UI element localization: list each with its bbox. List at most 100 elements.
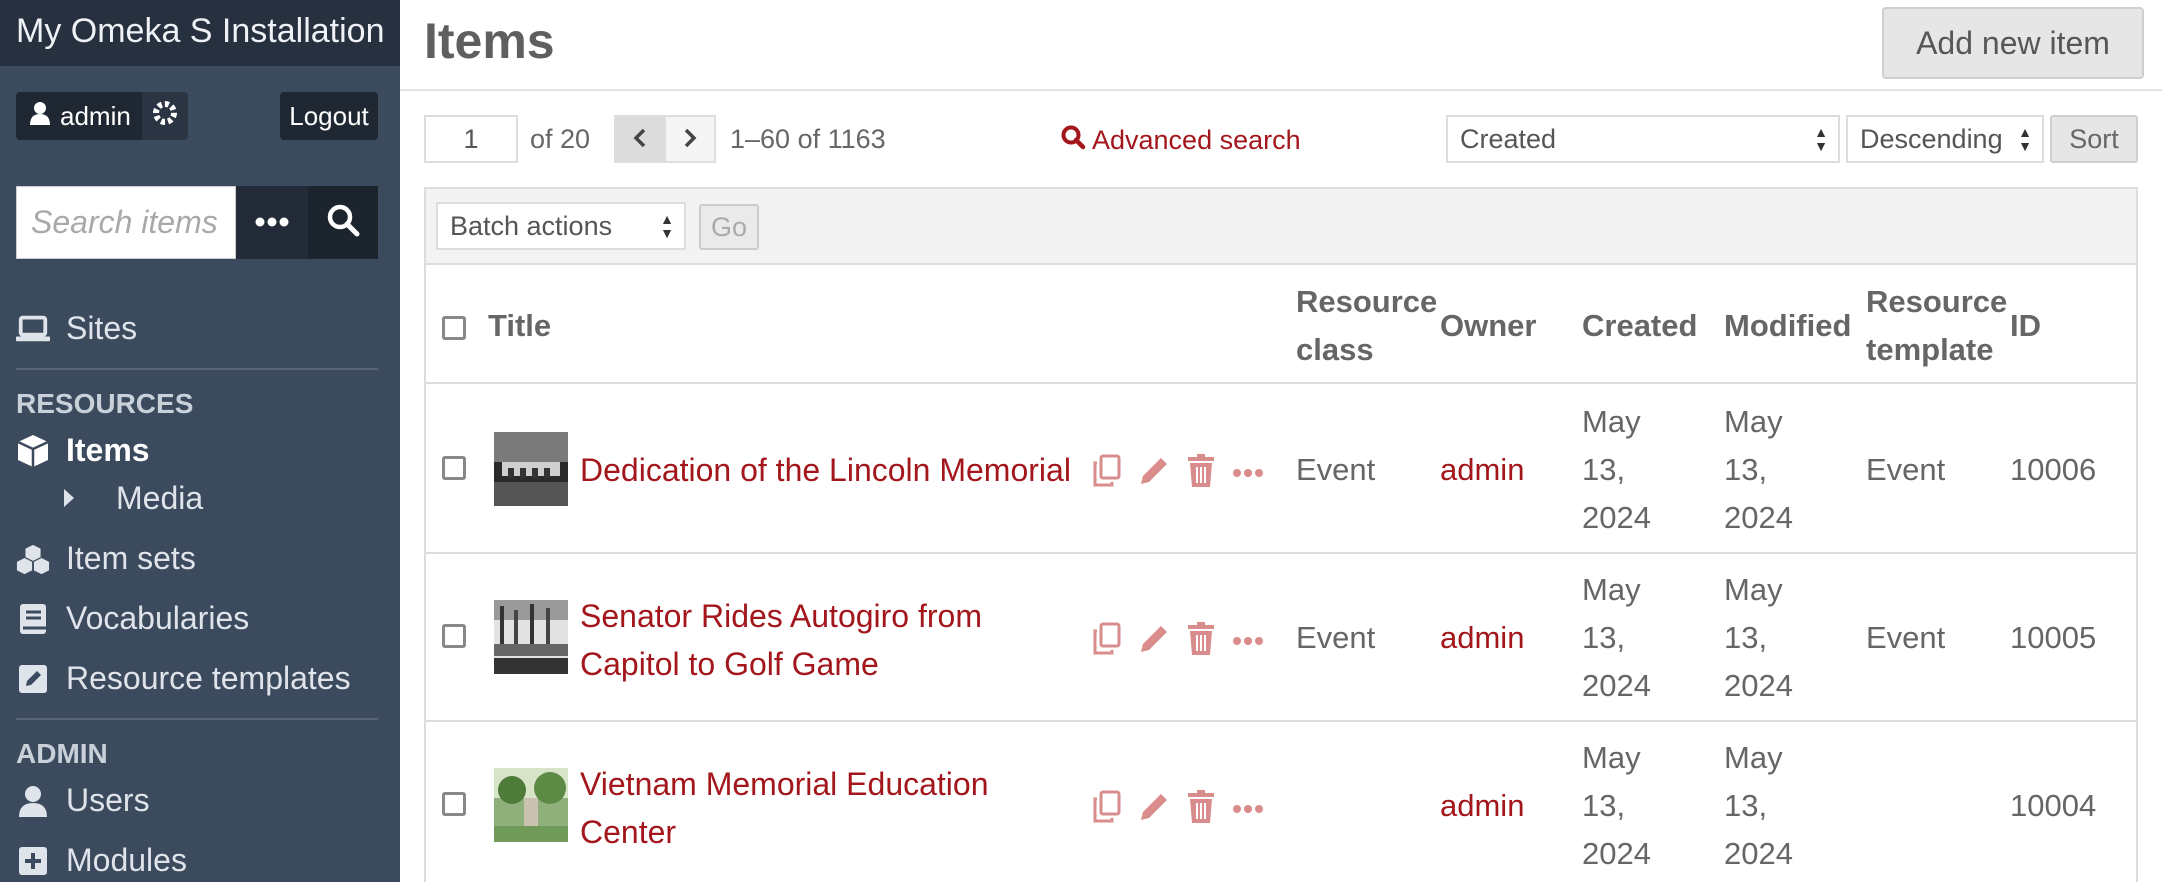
search-icon bbox=[326, 203, 360, 242]
previous-page-button[interactable] bbox=[614, 115, 666, 163]
sort-order-value: Descending bbox=[1860, 123, 2003, 154]
row-checkbox[interactable] bbox=[442, 624, 466, 648]
created-year: 2024 bbox=[1582, 836, 1651, 871]
sort-button[interactable]: Sort bbox=[2050, 115, 2138, 163]
column-resource-class-line1: Resource bbox=[1296, 284, 1438, 319]
select-all-checkbox[interactable] bbox=[442, 316, 466, 340]
nav-divider bbox=[16, 718, 378, 720]
clone-icon[interactable] bbox=[1092, 622, 1122, 661]
item-title-line: Capitol to Golf Game bbox=[580, 646, 879, 682]
installation-title[interactable]: My Omeka S Installation bbox=[0, 0, 400, 66]
select-arrows-icon: ▲ ▼ bbox=[660, 211, 674, 241]
nav-modules[interactable]: Modules bbox=[16, 842, 187, 879]
cell-owner-link[interactable]: admin bbox=[1440, 614, 1524, 662]
search-options-button[interactable] bbox=[236, 186, 308, 259]
created-year: 2024 bbox=[1582, 500, 1651, 535]
chevron-right-icon bbox=[683, 123, 697, 155]
cell-id: 10005 bbox=[2010, 620, 2097, 655]
sort-by-value: Created bbox=[1460, 123, 1557, 154]
created-day: 13, bbox=[1582, 788, 1626, 823]
user-icon bbox=[30, 101, 50, 132]
caret-right-icon bbox=[62, 480, 76, 517]
edit-square-icon bbox=[16, 664, 50, 694]
created-day: 13, bbox=[1582, 452, 1626, 487]
item-thumbnail[interactable] bbox=[494, 768, 568, 842]
item-title-link[interactable]: Dedication of the Lincoln Memorial bbox=[580, 446, 1080, 494]
page-number-input[interactable] bbox=[424, 115, 518, 163]
cell-owner-link[interactable]: admin bbox=[1440, 782, 1524, 830]
item-thumbnail[interactable] bbox=[494, 432, 568, 506]
nav-sites[interactable]: Sites bbox=[16, 310, 137, 347]
cell-id: 10006 bbox=[2010, 452, 2097, 487]
column-id: ID bbox=[2010, 308, 2041, 343]
pencil-icon[interactable] bbox=[1138, 791, 1170, 828]
cell-modified: May 13, 2024 bbox=[1724, 566, 1793, 710]
cell-created: May 13, 2024 bbox=[1582, 734, 1651, 878]
nav-vocabularies[interactable]: Vocabularies bbox=[16, 600, 249, 637]
item-title-link[interactable]: Vietnam Memorial Education Center bbox=[580, 760, 1080, 856]
cell-resource-class: Event bbox=[1296, 620, 1376, 655]
pencil-icon[interactable] bbox=[1138, 623, 1170, 660]
clone-icon[interactable] bbox=[1092, 454, 1122, 493]
created-month: May bbox=[1582, 740, 1641, 775]
nav-divider bbox=[16, 368, 378, 370]
clone-icon[interactable] bbox=[1092, 790, 1122, 829]
modified-day: 13, bbox=[1724, 452, 1768, 487]
sort-order-select[interactable]: Descending ▲ ▼ bbox=[1846, 115, 2044, 163]
created-month: May bbox=[1582, 572, 1641, 607]
row-checkbox[interactable] bbox=[442, 792, 466, 816]
row-actions bbox=[1092, 454, 1264, 493]
created-month: May bbox=[1582, 404, 1641, 439]
cell-created: May 13, 2024 bbox=[1582, 566, 1651, 710]
item-title-line: Dedication of the Lincoln Memorial bbox=[580, 452, 1071, 488]
cell-owner-link[interactable]: admin bbox=[1440, 446, 1524, 494]
book-icon bbox=[16, 603, 50, 635]
nav-media[interactable]: Media bbox=[62, 480, 203, 517]
modified-day: 13, bbox=[1724, 788, 1768, 823]
nav-items[interactable]: Items bbox=[16, 432, 150, 469]
row-divider bbox=[426, 720, 2136, 722]
laptop-icon bbox=[16, 315, 50, 343]
user-button[interactable]: admin bbox=[16, 92, 148, 140]
modified-year: 2024 bbox=[1724, 500, 1793, 535]
nav-resource-templates[interactable]: Resource templates bbox=[16, 660, 351, 697]
ellipsis-icon[interactable] bbox=[1232, 801, 1264, 819]
column-resource-template-line2: template bbox=[1866, 332, 1994, 367]
cell-modified: May 13, 2024 bbox=[1724, 398, 1793, 542]
trash-icon[interactable] bbox=[1186, 454, 1216, 493]
trash-icon[interactable] bbox=[1186, 790, 1216, 829]
modified-year: 2024 bbox=[1724, 836, 1793, 871]
item-title-line: Vietnam Memorial Education bbox=[580, 766, 989, 802]
trash-icon[interactable] bbox=[1186, 622, 1216, 661]
gear-icon bbox=[152, 100, 178, 133]
logout-button[interactable]: Logout bbox=[280, 92, 378, 140]
next-page-button[interactable] bbox=[664, 115, 716, 163]
resources-heading: RESOURCES bbox=[16, 388, 194, 419]
advanced-search-link[interactable]: Advanced search bbox=[1060, 124, 1301, 157]
column-title[interactable]: Title bbox=[488, 302, 551, 350]
nav-users[interactable]: Users bbox=[16, 782, 150, 819]
advanced-search-label: Advanced search bbox=[1092, 125, 1301, 155]
nav-item-sets[interactable]: Item sets bbox=[16, 540, 196, 577]
modified-month: May bbox=[1724, 572, 1783, 607]
ellipsis-icon[interactable] bbox=[1232, 633, 1264, 651]
user-settings-button[interactable] bbox=[142, 92, 188, 140]
batch-go-button[interactable]: Go bbox=[699, 204, 759, 250]
add-new-item-button[interactable]: Add new item bbox=[1882, 7, 2144, 79]
search-input[interactable] bbox=[16, 186, 236, 259]
row-checkbox[interactable] bbox=[442, 456, 466, 480]
item-thumbnail[interactable] bbox=[494, 600, 568, 674]
select-arrows-icon: ▲ ▼ bbox=[2018, 124, 2032, 154]
page-count: of 20 bbox=[530, 124, 591, 154]
ellipsis-icon[interactable] bbox=[1232, 465, 1264, 483]
batch-actions-select[interactable]: Batch actions ▲ ▼ bbox=[436, 202, 686, 250]
cell-created: May 13, 2024 bbox=[1582, 398, 1651, 542]
item-title-link[interactable]: Senator Rides Autogiro from Capitol to G… bbox=[580, 592, 1080, 688]
modified-year: 2024 bbox=[1724, 668, 1793, 703]
modified-month: May bbox=[1724, 404, 1783, 439]
pencil-icon[interactable] bbox=[1138, 455, 1170, 492]
batch-actions-value: Batch actions bbox=[450, 210, 613, 241]
search-button[interactable] bbox=[308, 186, 378, 259]
sort-by-select[interactable]: Created ▲ ▼ bbox=[1446, 115, 1840, 163]
column-resource-class-line2: class bbox=[1296, 332, 1374, 367]
